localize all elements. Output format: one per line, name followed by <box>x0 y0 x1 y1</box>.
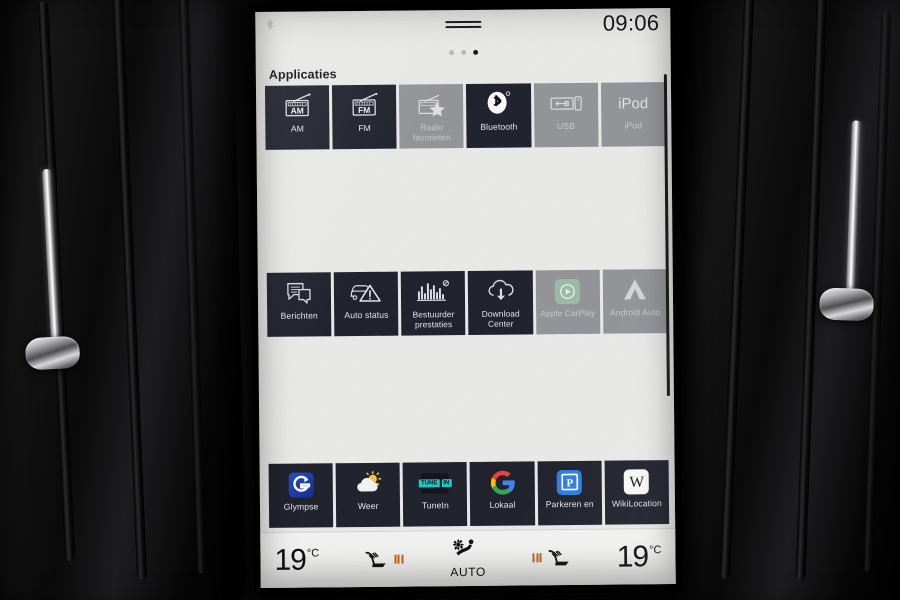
tile-lokaal[interactable]: Lokaal <box>470 461 535 526</box>
fan-airflow-icon <box>452 539 473 556</box>
tile-label: FM <box>358 122 371 134</box>
messages-icon <box>284 278 314 308</box>
vehicle-apps-row: Berichten Auto status Bestuurder prestat… <box>266 269 668 337</box>
tile-glympse[interactable]: Glympse <box>268 463 334 528</box>
tile-auto-status[interactable]: Auto status <box>333 271 399 337</box>
svg-text:P: P <box>566 477 573 489</box>
climate-bar: 19 °C AUTO 19 °C <box>260 528 676 588</box>
car-status-warning-icon <box>349 278 383 308</box>
page-dot-3[interactable] <box>472 49 478 55</box>
screenshot-stage: 09:06 Applicaties AM AM FM FM Radio favo… <box>0 0 900 600</box>
weather-sun-cloud-icon <box>352 469 384 499</box>
third-party-apps-row: Glympse Weer TUNE IN TuneIn Lokaal P Par… <box>268 460 670 528</box>
svg-text:AM: AM <box>291 106 304 116</box>
cloud-download-icon <box>484 277 516 307</box>
tile-android-auto[interactable]: Android Auto <box>602 269 668 334</box>
status-bar: 09:06 <box>255 8 670 46</box>
right-temperature-value: 19 <box>616 539 649 574</box>
page-dot-1[interactable] <box>448 50 454 56</box>
svg-text:W: W <box>629 474 644 491</box>
left-seat-heater-level <box>394 554 404 564</box>
tile-radio-favorieten[interactable]: Radio favorieten <box>399 84 465 149</box>
tile-label: WikiLocation <box>611 498 662 509</box>
tile-label: Berichten <box>280 310 318 321</box>
tile-label: USB <box>557 120 576 132</box>
media-sources-row: AM AM FM FM Radio favorieten Bluetooth U… <box>264 82 666 150</box>
vertical-scrollbar[interactable] <box>663 74 670 397</box>
right-temperature[interactable]: 19 °C <box>617 540 662 574</box>
tile-label: Weer <box>357 500 379 512</box>
tile-label: Lokaal <box>489 499 516 510</box>
am-radio-icon: AM <box>281 91 313 121</box>
tile-parkeren[interactable]: P Parkeren en <box>537 460 603 526</box>
right-seat-heater-level <box>532 553 542 563</box>
wikipedia-w-icon: W <box>624 466 650 496</box>
tile-ipod[interactable]: iPod iPod <box>600 82 666 147</box>
tile-label: Apple CarPlay <box>540 307 596 319</box>
radio-favorites-icon <box>415 90 447 120</box>
page-title: Applicaties <box>268 67 337 82</box>
tile-label: Radio favorieten <box>412 122 451 143</box>
page-dot-2[interactable] <box>460 49 466 56</box>
tile-apple-carplay[interactable]: Apple CarPlay <box>535 269 601 335</box>
seat-heater-icon <box>365 551 386 567</box>
tile-label: TuneIn <box>421 500 449 511</box>
bluetooth-icon <box>484 90 514 120</box>
tunein-icon: TUNE IN <box>418 468 452 498</box>
tile-label: Glympse <box>283 501 319 512</box>
driver-performance-chart-icon <box>416 277 450 307</box>
fan-mode-label: AUTO <box>450 564 486 580</box>
left-temperature-unit: °C <box>306 546 320 560</box>
tile-berichten[interactable]: Berichten <box>266 272 332 337</box>
tile-label: Bluetooth <box>480 121 518 132</box>
tile-wikilocation[interactable]: W WikiLocation <box>604 460 670 525</box>
clock: 09:06 <box>602 10 660 36</box>
apple-carplay-icon <box>555 276 581 306</box>
usb-icon <box>549 89 583 119</box>
tile-label: AM <box>290 123 305 134</box>
android-auto-icon <box>620 275 650 305</box>
tile-download-center[interactable]: Download Center <box>468 270 534 335</box>
tile-tunein[interactable]: TUNE IN TuneIn <box>402 461 468 527</box>
svg-text:iPod: iPod <box>618 95 648 112</box>
tile-am[interactable]: AM AM <box>264 85 330 150</box>
tile-bestuurder-prestaties[interactable]: Bestuurder prestaties <box>401 271 466 336</box>
tile-weer[interactable]: Weer <box>335 462 401 528</box>
glympse-icon <box>288 469 314 499</box>
page-indicator-dots[interactable] <box>448 49 478 56</box>
tile-label: Bestuurder prestaties <box>412 309 455 330</box>
left-temperature-value: 19 <box>274 543 307 577</box>
parking-p-icon: P <box>556 467 583 497</box>
center-display-screen: 09:06 Applicaties AM AM FM FM Radio favo… <box>249 0 683 597</box>
left-temperature[interactable]: 19 °C <box>274 543 319 577</box>
fan-auto-control[interactable]: AUTO <box>447 538 489 579</box>
svg-text:FM: FM <box>358 105 370 115</box>
tile-usb[interactable]: USB <box>533 82 599 148</box>
left-seat-heater[interactable] <box>363 549 404 569</box>
drag-handle[interactable] <box>444 20 481 30</box>
left-air-vent <box>0 0 247 600</box>
right-temperature-unit: °C <box>649 543 662 556</box>
tile-label: iPod <box>624 120 643 131</box>
tile-label: Parkeren en <box>545 498 594 510</box>
google-local-icon <box>489 468 515 498</box>
tile-bluetooth[interactable]: Bluetooth <box>466 83 532 148</box>
tile-label: Android Auto <box>609 307 661 318</box>
tile-label: Download Center <box>481 308 520 329</box>
tile-fm[interactable]: FM FM <box>332 84 397 150</box>
seat-heater-icon <box>548 549 570 565</box>
tile-label: Auto status <box>344 309 389 321</box>
ipod-icon: iPod <box>613 88 653 118</box>
fm-radio-icon: FM <box>348 91 380 121</box>
right-seat-heater[interactable] <box>532 547 573 567</box>
bluetooth-icon <box>266 19 274 30</box>
